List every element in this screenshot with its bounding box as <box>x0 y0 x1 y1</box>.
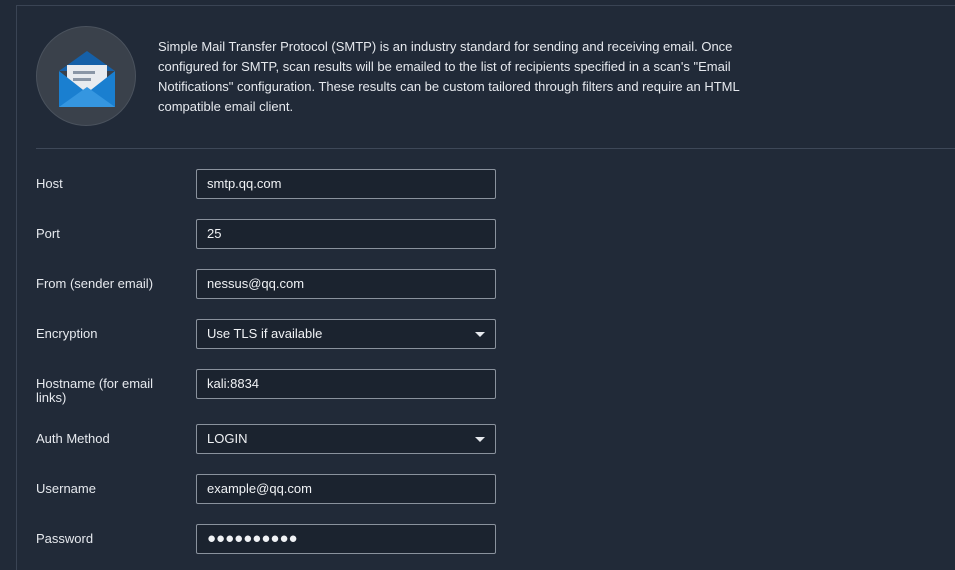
section-divider <box>36 148 955 149</box>
smtp-intro: Simple Mail Transfer Protocol (SMTP) is … <box>36 26 955 128</box>
encryption-row: Encryption Use TLS if available <box>36 319 506 349</box>
hostname-row: Hostname (for email links) kali:8834 <box>36 369 506 405</box>
host-label: Host <box>36 176 63 191</box>
username-row: Username example@qq.com <box>36 474 506 504</box>
port-row: Port 25 <box>36 219 506 249</box>
auth-method-row: Auth Method LOGIN <box>36 424 506 454</box>
host-input[interactable]: smtp.qq.com <box>196 169 496 199</box>
from-label: From (sender email) <box>36 276 154 291</box>
hostname-input[interactable]: kali:8834 <box>196 369 496 399</box>
auth-method-selected-value: LOGIN <box>207 431 248 446</box>
from-row: From (sender email) nessus@qq.com <box>36 269 506 299</box>
port-input[interactable]: 25 <box>196 219 496 249</box>
from-input[interactable]: nessus@qq.com <box>196 269 496 299</box>
chevron-down-icon <box>475 332 485 337</box>
host-row: Host smtp.qq.com <box>36 169 506 199</box>
username-input[interactable]: example@qq.com <box>196 474 496 504</box>
port-label: Port <box>36 226 60 241</box>
password-label: Password <box>36 531 94 546</box>
envelope-graphic <box>59 51 115 107</box>
smtp-description: Simple Mail Transfer Protocol (SMTP) is … <box>158 39 740 114</box>
encryption-label: Encryption <box>36 326 98 341</box>
chevron-down-icon <box>475 437 485 442</box>
auth-method-select[interactable]: LOGIN <box>196 424 496 454</box>
encryption-selected-value: Use TLS if available <box>207 326 323 341</box>
password-input[interactable]: ●●●●●●●●●● <box>196 524 496 554</box>
email-envelope-icon <box>36 26 136 126</box>
hostname-label: Hostname (for email links) <box>36 376 154 405</box>
username-label: Username <box>36 481 96 496</box>
auth-method-label: Auth Method <box>36 431 110 446</box>
password-row: Password ●●●●●●●●●● <box>36 524 506 554</box>
encryption-select[interactable]: Use TLS if available <box>196 319 496 349</box>
